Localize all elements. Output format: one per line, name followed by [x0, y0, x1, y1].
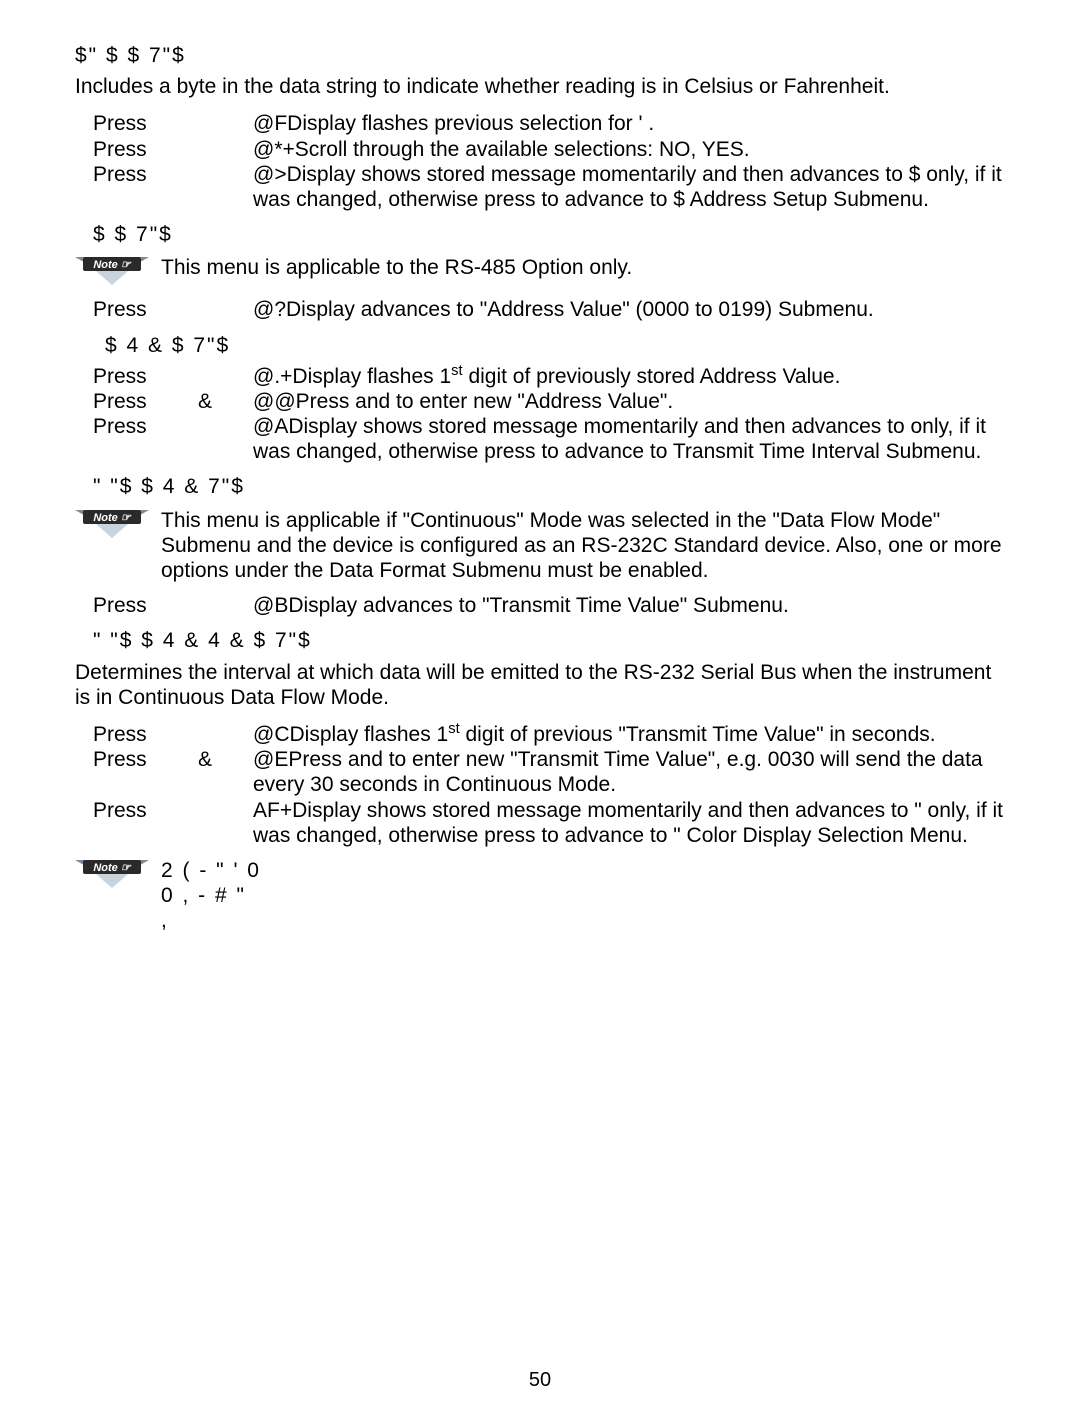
press-label: Press	[93, 137, 253, 162]
note-text: This menu is applicable if "Continuous" …	[161, 508, 1005, 584]
step-row: Press AF+Display shows stored message mo…	[93, 798, 1005, 848]
press-label: Press	[93, 389, 198, 414]
step-row: Press @*+Scroll through the available se…	[93, 137, 1005, 162]
press-label: Press	[93, 297, 253, 322]
steps-sec1: Press @FDisplay flashes previous selecti…	[93, 111, 1005, 212]
press-label: Press	[93, 593, 253, 618]
note-continuous: Note ☞ This menu is applicable if "Conti…	[75, 508, 1005, 584]
note-rs485: Note ☞ This menu is applicable to the RS…	[75, 255, 1005, 287]
press-desc: @CDisplay flashes 1st digit of previous …	[253, 722, 1005, 747]
steps-sec2: Press @?Display advances to "Address Val…	[93, 297, 1005, 322]
heading-transmit-value: " "$ $ 4 & 4 & $ 7"$	[93, 628, 1005, 653]
steps-sec5: Press @CDisplay flashes 1st digit of pre…	[93, 722, 1005, 848]
intro-celsius-fahrenheit: Includes a byte in the data string to in…	[75, 74, 1005, 99]
heading-address-value: $ 4 & $ 7"$	[105, 333, 1005, 358]
press-desc: @ADisplay shows stored message momentari…	[253, 414, 1005, 464]
press-desc: @>Display shows stored message momentari…	[253, 162, 1005, 212]
step-row: Press @BDisplay advances to "Transmit Ti…	[93, 593, 1005, 618]
step-row: Press @CDisplay flashes 1st digit of pre…	[93, 722, 1005, 747]
press-and: &	[198, 389, 253, 414]
press-desc: AF+Display shows stored message momentar…	[253, 798, 1005, 848]
step-row: Press @FDisplay flashes previous selecti…	[93, 111, 1005, 136]
svg-text:Note ☞: Note ☞	[93, 512, 132, 524]
step-row: Press & @@Press and to enter new "Addres…	[93, 389, 1005, 414]
step-row: Press @.+Display flashes 1st digit of pr…	[93, 364, 1005, 389]
step-row: Press @ADisplay shows stored message mom…	[93, 414, 1005, 464]
heading-address-setup: $ $ 7"$	[93, 222, 1005, 247]
note-icon: Note ☞	[75, 257, 149, 287]
step-row: Press @?Display advances to "Address Val…	[93, 297, 1005, 322]
press-desc: @?Display advances to "Address Value" (0…	[253, 297, 1005, 322]
note-icon: Note ☞	[75, 510, 149, 540]
steps-sec3: Press @.+Display flashes 1st digit of pr…	[93, 364, 1005, 465]
press-desc: @@Press and to enter new "Address Value"…	[253, 389, 1005, 414]
press-label: Press	[93, 162, 253, 187]
note-text: This menu is applicable to the RS-485 Op…	[161, 255, 1005, 280]
svg-text:Note ☞: Note ☞	[93, 862, 132, 874]
press-label: Press	[93, 111, 253, 136]
intro-transmit-value: Determines the interval at which data wi…	[75, 660, 1005, 710]
press-label: Press	[93, 414, 198, 439]
step-row: Press @>Display shows stored message mom…	[93, 162, 1005, 212]
press-label: Press	[93, 722, 198, 747]
press-desc: @*+Scroll through the available selectio…	[253, 137, 1005, 162]
press-desc: @FDisplay flashes previous selection for…	[253, 111, 1005, 136]
heading-transmit-interval: " "$ $ 4 & 7"$	[93, 474, 1005, 499]
press-desc: @BDisplay advances to "Transmit Time Val…	[253, 593, 1005, 618]
svg-text:Note ☞: Note ☞	[93, 259, 132, 271]
heading-celsius-fahrenheit: $" $ $ 7"$	[75, 43, 1005, 68]
press-and: &	[198, 747, 253, 772]
press-desc: @EPress and to enter new "Transmit Time …	[253, 747, 1005, 797]
press-label: Press	[93, 798, 198, 823]
note-text: 2 ( - " ' 0 0 , - # " ,	[161, 858, 1005, 934]
note-icon: Note ☞	[75, 860, 149, 890]
press-label: Press	[93, 747, 198, 772]
page-number: 50	[0, 1368, 1080, 1392]
steps-sec4: Press @BDisplay advances to "Transmit Ti…	[93, 593, 1005, 618]
note-bottom: Note ☞ 2 ( - " ' 0 0 , - # " ,	[75, 858, 1005, 934]
step-row: Press & @EPress and to enter new "Transm…	[93, 747, 1005, 797]
press-label: Press	[93, 364, 198, 389]
press-desc: @.+Display flashes 1st digit of previous…	[253, 364, 1005, 389]
